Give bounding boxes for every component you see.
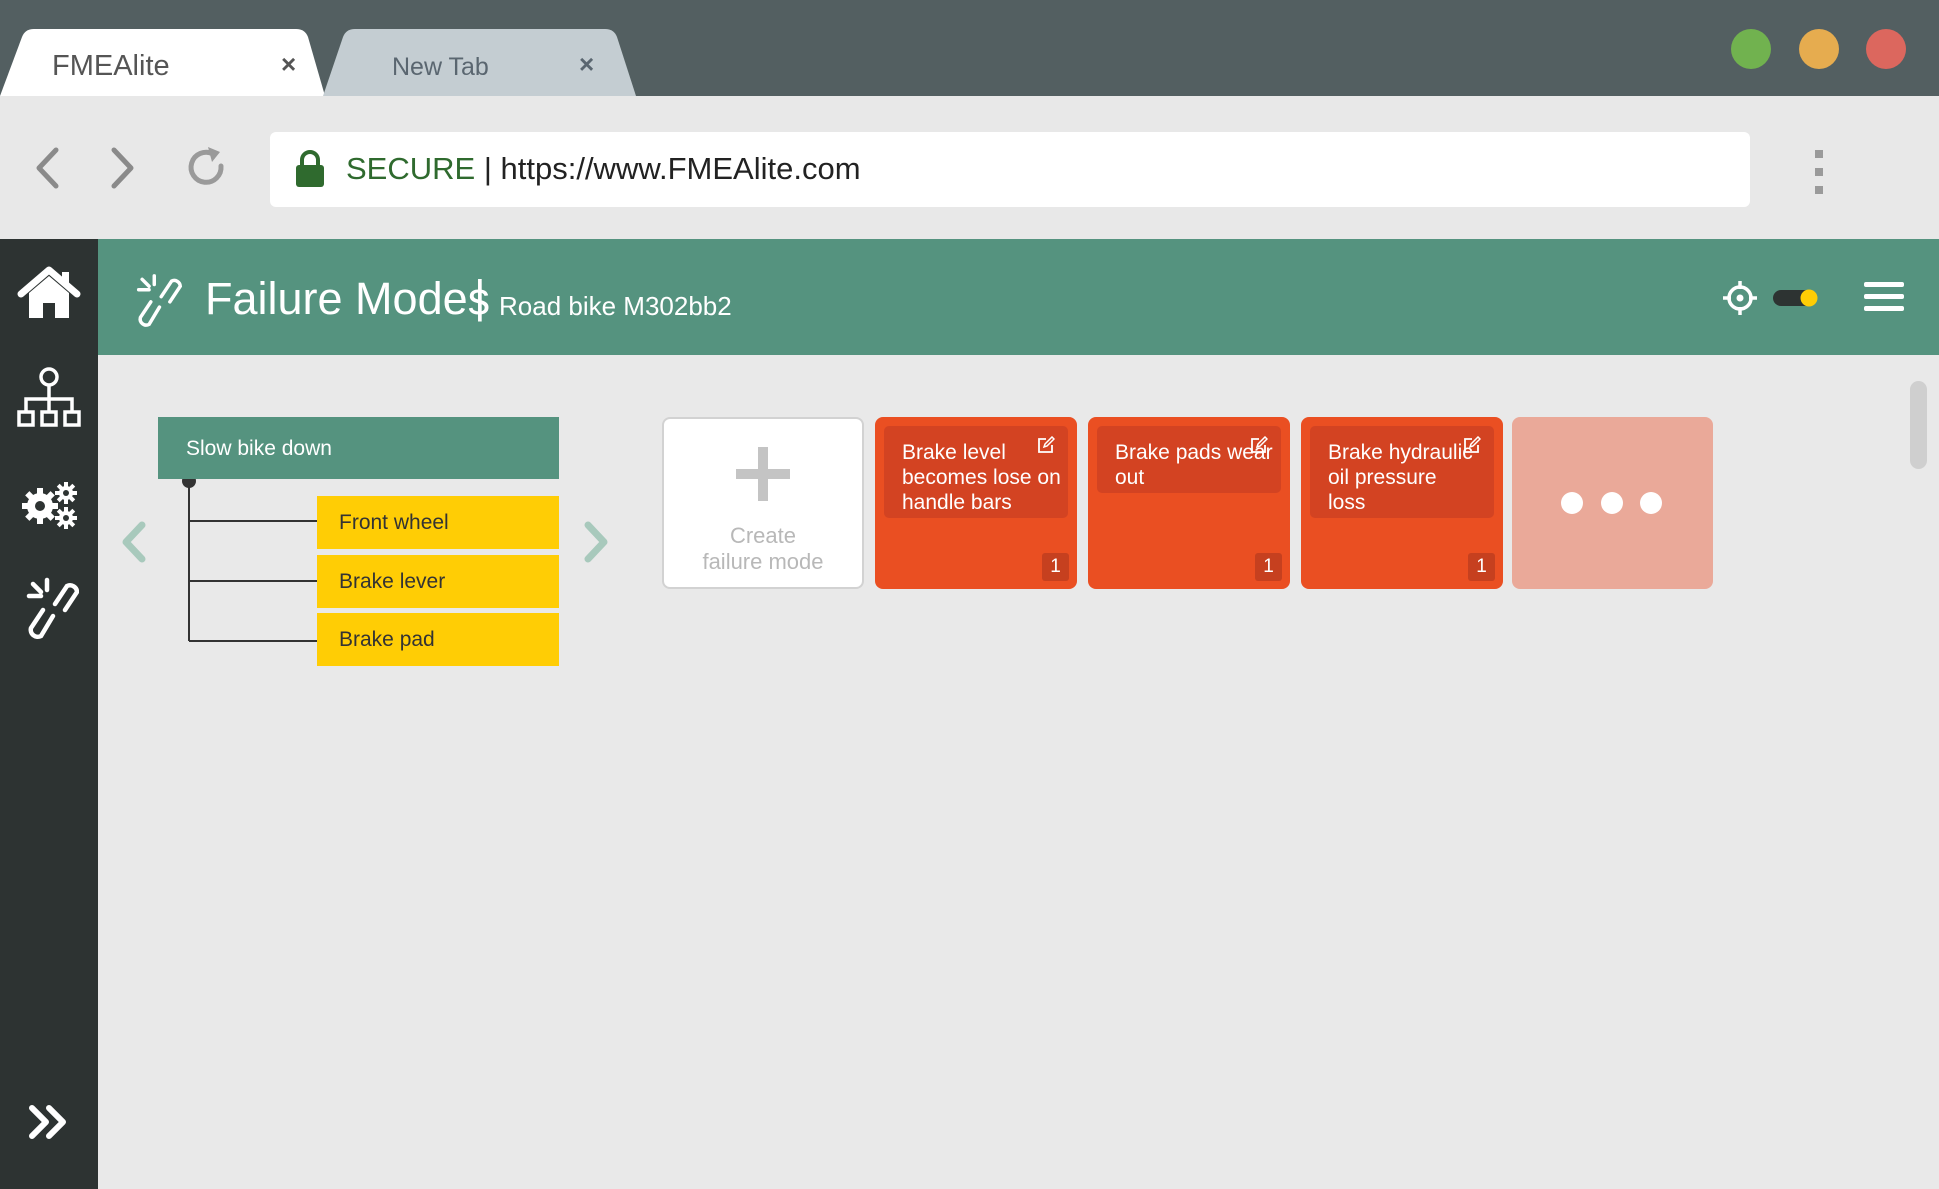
failure-mode-label: Brake hydraulic oil pressure loss xyxy=(1328,441,1473,514)
more-dot-icon xyxy=(1640,492,1662,514)
url-separator: | xyxy=(483,151,492,186)
hamburger-menu-icon[interactable] xyxy=(1863,279,1905,315)
create-failure-mode-button[interactable]: Create failure mode xyxy=(662,417,864,589)
failure-mode-label-box: Brake hydraulic oil pressure loss xyxy=(1310,426,1494,518)
forward-button[interactable] xyxy=(97,143,147,193)
plus-icon xyxy=(736,447,790,501)
tab-strip: FMEAlite × New Tab × xyxy=(0,0,1939,96)
failure-mode-count-badge: 1 xyxy=(1468,553,1495,581)
edit-icon[interactable] xyxy=(1463,436,1481,454)
reload-button[interactable] xyxy=(182,143,232,193)
previous-arrow-button[interactable] xyxy=(114,517,154,567)
chevron-right-icon xyxy=(584,521,608,563)
edit-icon[interactable] xyxy=(1250,436,1268,454)
secure-label: SECURE xyxy=(346,151,476,186)
failure-mode-card[interactable]: Brake level becomes lose on handle bars … xyxy=(875,417,1077,589)
back-button[interactable] xyxy=(25,143,75,193)
function-node[interactable]: Slow bike down xyxy=(158,417,559,479)
more-dot-icon xyxy=(1561,492,1583,514)
component-node[interactable]: Front wheel xyxy=(317,496,559,549)
kebab-menu-icon xyxy=(1815,150,1823,194)
tab-title: New Tab xyxy=(392,53,489,81)
app-area: Failure Modes | Road bike M302bb2 Slow b… xyxy=(0,239,1939,1189)
create-failure-mode-label: Create failure mode xyxy=(702,523,824,574)
failure-mode-label-box: Brake pads wear out xyxy=(1097,426,1281,493)
more-dot-icon xyxy=(1601,492,1623,514)
tab-title: FMEAlite xyxy=(52,50,170,82)
forward-arrow-icon xyxy=(111,147,134,189)
toggle-switch[interactable] xyxy=(1772,286,1820,310)
back-arrow-icon xyxy=(36,147,59,189)
tab-fmealite[interactable]: FMEAlite × xyxy=(0,29,325,96)
browser-toolbar: SECURE | https://www.FMEAlite.com xyxy=(0,96,1939,239)
chevron-left-icon xyxy=(122,521,146,563)
failure-mode-card[interactable]: Brake hydraulic oil pressure loss 1 xyxy=(1301,417,1503,589)
sidebar-expand-button[interactable] xyxy=(14,1087,84,1157)
reload-icon xyxy=(188,147,224,185)
address-bar[interactable]: SECURE | https://www.FMEAlite.com xyxy=(270,132,1750,207)
more-failure-modes-button[interactable] xyxy=(1512,417,1713,589)
edit-icon[interactable] xyxy=(1037,436,1055,454)
scrollbar[interactable] xyxy=(1910,381,1927,469)
lock-icon xyxy=(296,150,324,187)
double-chevron-right-icon xyxy=(29,1105,66,1139)
failure-mode-count-badge: 1 xyxy=(1255,553,1282,581)
crosshair-icon[interactable] xyxy=(1722,280,1758,316)
window-minimize-button[interactable] xyxy=(1799,29,1839,69)
component-node[interactable]: Brake lever xyxy=(317,555,559,608)
tab-close-button[interactable]: × xyxy=(281,49,296,80)
browser-menu-button[interactable] xyxy=(1803,148,1833,198)
next-arrow-button[interactable] xyxy=(576,517,616,567)
url-value: https://www.FMEAlite.com xyxy=(500,151,861,186)
tab-new-tab[interactable]: New Tab × xyxy=(323,29,636,96)
url-text[interactable]: SECURE | https://www.FMEAlite.com xyxy=(346,151,861,187)
failure-mode-label-box: Brake level becomes lose on handle bars xyxy=(884,426,1068,518)
failure-mode-card[interactable]: Brake pads wear out 1 xyxy=(1088,417,1290,589)
failure-mode-count-badge: 1 xyxy=(1042,553,1069,581)
tab-close-button[interactable]: × xyxy=(579,49,594,80)
window-maximize-button[interactable] xyxy=(1731,29,1771,69)
browser-window: FMEAlite × New Tab × SECURE | https://ww… xyxy=(0,0,1939,1189)
component-node[interactable]: Brake pad xyxy=(317,613,559,666)
window-close-button[interactable] xyxy=(1866,29,1906,69)
